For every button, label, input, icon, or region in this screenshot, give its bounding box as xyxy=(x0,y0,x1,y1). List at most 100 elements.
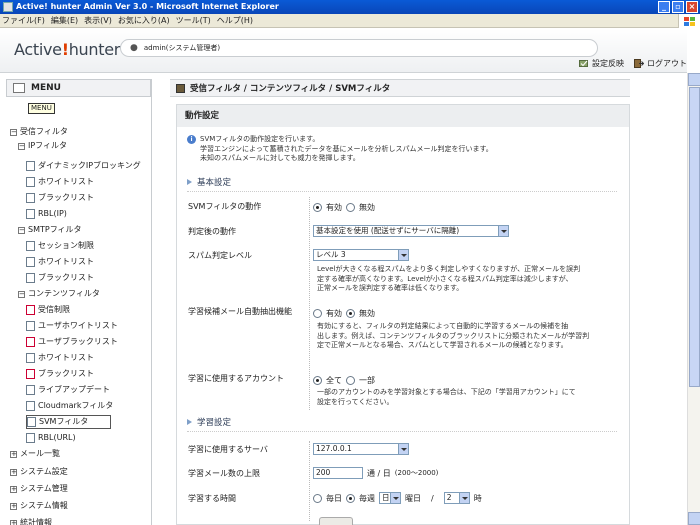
app-header: Active!hunter ● admin(システム管理者) 設定反映 ログアウ… xyxy=(0,29,687,73)
note-line: SVMフィルタの動作設定を行います。 xyxy=(200,135,320,143)
sidebar-item-label: ホワイトリスト xyxy=(38,257,94,266)
sidebar-item[interactable]: ユーザブラックリスト xyxy=(26,335,118,349)
sidebar-item[interactable]: + システム情報 xyxy=(10,499,68,513)
sidebar-item[interactable]: ホワイトリスト xyxy=(26,351,94,365)
page-scrollbar[interactable] xyxy=(687,73,700,525)
sidebar-item[interactable]: セッション制限 xyxy=(26,239,94,253)
close-icon[interactable]: × xyxy=(686,1,698,13)
sidebar-item[interactable]: ブラックリスト xyxy=(26,367,94,381)
sidebar-item-label: メール一覧 xyxy=(20,449,60,458)
minimize-icon[interactable]: _ xyxy=(658,1,670,13)
hour-select[interactable]: 2 xyxy=(443,492,470,504)
sidebar-item-label: ユーザブラックリスト xyxy=(38,337,118,346)
sidebar-item-label: システム管理 xyxy=(20,484,68,493)
learn-server-select[interactable]: 127.0.0.1 xyxy=(313,443,409,455)
settings-panel: 動作設定 i SVMフィルタの動作設定を行います。 学習エンジンによって蓄積され… xyxy=(176,104,630,525)
sidebar-item[interactable]: − 受信フィルタ xyxy=(10,125,68,139)
chevron-down-icon xyxy=(398,250,408,260)
expand-icon[interactable]: + xyxy=(10,468,17,476)
svm-action-off-radio[interactable] xyxy=(346,203,355,212)
sidebar-item[interactable]: + システム設定 xyxy=(10,465,68,479)
sidebar-item[interactable]: − コンテンツフィルタ xyxy=(18,287,100,301)
menu-file[interactable]: ファイル(F) xyxy=(2,15,45,26)
sidebar-item[interactable]: ブラックリスト xyxy=(26,191,94,205)
learn-limit-unit: 通 / 日 xyxy=(367,468,391,478)
expand-icon[interactable]: + xyxy=(10,502,17,510)
maximize-icon[interactable]: ▫ xyxy=(672,1,684,13)
sidebar-item[interactable]: + メール一覧 xyxy=(10,447,60,461)
svm-action-label: SVMフィルタの動作 xyxy=(188,202,262,211)
expand-icon[interactable]: + xyxy=(10,485,17,493)
document-icon xyxy=(26,177,35,187)
learn-limit-input[interactable]: 200 xyxy=(313,467,363,479)
auto-extract-on-radio[interactable] xyxy=(313,309,322,318)
after-judge-select[interactable]: 基本設定を使用 (配送せずにサーバに隔離) xyxy=(313,225,509,237)
browser-menu-bar: ファイル(F) 編集(E) 表示(V) お気に入り(A) ツール(T) ヘルプ(… xyxy=(0,14,700,28)
chevron-down-icon xyxy=(458,493,469,503)
save-button[interactable] xyxy=(319,517,353,525)
expand-icon[interactable]: + xyxy=(10,519,17,525)
logout-link[interactable]: ログアウト xyxy=(634,58,687,69)
learn-time-weekly-radio[interactable] xyxy=(346,493,355,503)
apply-settings-link[interactable]: 設定反映 xyxy=(579,58,624,69)
svm-action-on-radio[interactable] xyxy=(313,203,322,212)
sidebar-item-label: セッション制限 xyxy=(38,241,94,250)
note-line: 学習エンジンによって蓄積されたデータを基にメールを分析しスパムメール判定を行いま… xyxy=(200,144,493,153)
sidebar-item-label: 受信制限 xyxy=(38,305,70,314)
collapse-icon[interactable]: − xyxy=(18,290,25,298)
document-icon xyxy=(26,241,35,251)
window-title: Active! hunter Admin Ver 3.0 - Microsoft… xyxy=(16,2,279,11)
sidebar-item[interactable]: ホワイトリスト xyxy=(26,255,94,269)
collapse-icon[interactable]: − xyxy=(10,128,17,136)
learn-time-control: 毎日 毎週 日 曜日 / 2 時 xyxy=(313,492,482,504)
windows-flag-icon xyxy=(678,14,700,28)
sidebar-item-label: 統計情報 xyxy=(20,518,52,525)
sidebar-item[interactable]: ライブアップデート xyxy=(26,383,110,397)
learn-account-all-radio[interactable] xyxy=(313,376,322,385)
logout-icon xyxy=(634,59,644,68)
sidebar-item[interactable]: ユーザホワイトリスト xyxy=(26,319,118,333)
menu-tools[interactable]: ツール(T) xyxy=(176,15,211,26)
scroll-down-icon[interactable] xyxy=(688,512,700,525)
sidebar-item-label: システム情報 xyxy=(20,501,68,510)
menu-favorites[interactable]: お気に入り(A) xyxy=(118,15,170,26)
document-icon xyxy=(26,273,35,283)
sidebar-item[interactable]: 受信制限 xyxy=(26,303,70,317)
sidebar-item-svm-filter[interactable]: SVMフィルタ xyxy=(26,415,112,429)
weekday-select[interactable]: 日 xyxy=(379,492,401,504)
document-icon xyxy=(26,305,35,315)
sidebar-item[interactable]: − SMTPフィルタ xyxy=(18,223,82,237)
sidebar-item-label: SMTPフィルタ xyxy=(28,225,82,234)
menu-edit[interactable]: 編集(E) xyxy=(51,15,78,26)
sidebar-item[interactable]: ブラックリスト xyxy=(26,271,94,285)
menu-view[interactable]: 表示(V) xyxy=(84,15,112,26)
scroll-thumb[interactable] xyxy=(689,87,700,387)
sidebar-item[interactable]: + システム管理 xyxy=(10,482,68,496)
sidebar-item-label: RBL(IP) xyxy=(38,209,67,218)
expand-icon[interactable]: + xyxy=(10,450,17,458)
sidebar-item[interactable]: ダイナミックIPブロッキング xyxy=(26,159,141,173)
collapse-icon[interactable]: − xyxy=(18,226,25,234)
document-icon xyxy=(26,433,35,443)
panel-title: 動作設定 xyxy=(177,105,629,127)
sidebar-item[interactable]: + 統計情報 xyxy=(10,516,52,525)
sidebar-item[interactable]: RBL(URL) xyxy=(26,431,76,445)
sidebar-item[interactable]: Cloudmarkフィルタ xyxy=(26,399,113,413)
learn-account-part-radio[interactable] xyxy=(346,376,355,385)
learn-account-control: 全て 一部 xyxy=(313,375,375,386)
document-icon xyxy=(26,321,35,331)
collapse-icon[interactable]: − xyxy=(18,142,25,150)
learn-time-daily-radio[interactable] xyxy=(313,493,322,503)
auto-extract-off-radio[interactable] xyxy=(346,309,355,318)
sidebar-item[interactable]: − IPフィルタ xyxy=(18,139,67,153)
sidebar-item-label: ブラックリスト xyxy=(38,369,94,378)
spam-level-select[interactable]: レベル 3 xyxy=(313,249,409,261)
section-learning: 学習設定 xyxy=(187,415,231,429)
document-icon xyxy=(26,353,35,363)
sidebar-item[interactable]: ホワイトリスト xyxy=(26,175,94,189)
menu-help[interactable]: ヘルプ(H) xyxy=(217,15,253,26)
scroll-up-icon[interactable] xyxy=(688,73,700,86)
sidebar-item[interactable]: RBL(IP) xyxy=(26,207,67,221)
learn-server-label: 学習に使用するサーバ xyxy=(188,445,268,454)
header-links: 設定反映 ログアウト xyxy=(579,58,687,69)
